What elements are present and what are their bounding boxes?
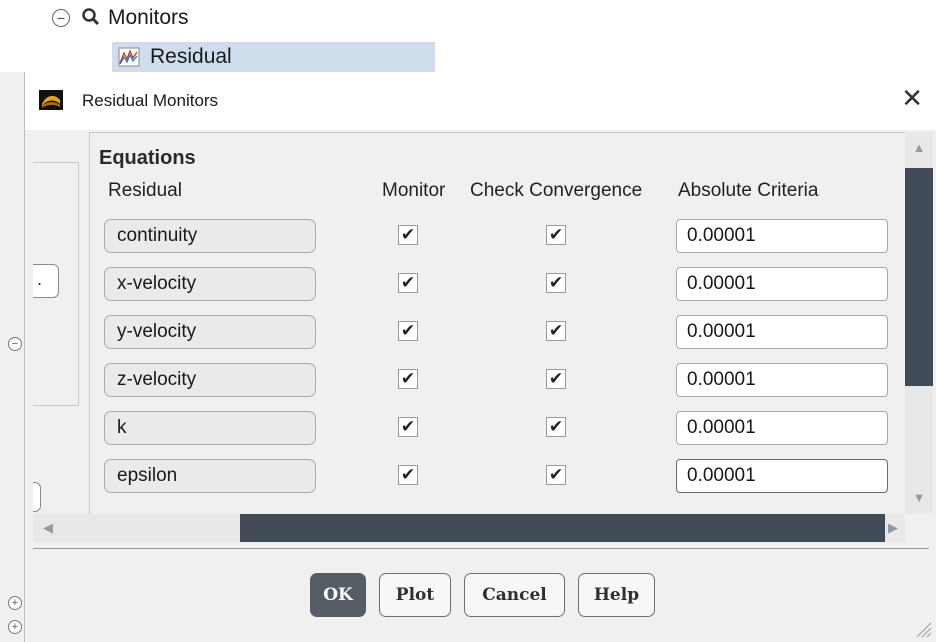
left-panel-button[interactable]: . [33,264,59,298]
equation-row: k ✔ ✔ 0.00001 [90,411,905,447]
absolute-criteria-input[interactable]: 0.00001 [676,363,888,397]
cancel-button[interactable]: Cancel [464,573,565,617]
absolute-criteria-input[interactable]: 0.00001 [676,459,888,493]
absolute-criteria-input[interactable]: 0.00001 [676,267,888,301]
check-convergence-checkbox[interactable]: ✔ [546,273,566,293]
residual-plot-icon [118,47,140,67]
equation-name: k [104,411,316,445]
scroll-right-icon[interactable]: ▶ [881,514,905,542]
scroll-down-icon[interactable]: ▼ [905,482,933,514]
column-header-monitor: Monitor [382,180,446,201]
resize-grip-icon[interactable] [914,620,932,638]
dialog-title: Residual Monitors [82,91,219,110]
horizontal-scrollbar[interactable]: ◀ ▶ [33,514,905,542]
equations-panel: Equations Residual Monitor Check Converg… [89,132,905,514]
tree-item-monitors[interactable]: − Monitors [52,6,189,30]
collapse-icon[interactable]: − [52,9,70,27]
monitor-checkbox[interactable]: ✔ [398,417,418,437]
check-convergence-checkbox[interactable]: ✔ [546,417,566,437]
absolute-criteria-input[interactable]: 0.00001 [676,315,888,349]
column-header-check-convergence: Check Convergence [470,180,643,201]
expand-icon[interactable]: + [8,596,22,610]
scrollbar-thumb[interactable] [240,514,885,542]
equation-row: z-velocity ✔ ✔ 0.00001 [90,363,905,399]
expand-icon[interactable]: + [8,620,22,634]
equation-row: continuity ✔ ✔ 0.00001 [90,219,905,255]
dialog-titlebar[interactable]: Residual Monitors ✕ [25,72,936,130]
absolute-criteria-input[interactable]: 0.00001 [676,219,888,253]
monitor-checkbox[interactable]: ✔ [398,369,418,389]
outline-tree: − Monitors Residual [0,0,936,75]
equation-name: epsilon [104,459,316,493]
check-convergence-checkbox[interactable]: ✔ [546,465,566,485]
collapse-icon[interactable]: − [8,337,22,351]
check-convergence-checkbox[interactable]: ✔ [546,369,566,389]
tree-item-label: Monitors [108,6,189,29]
residual-monitors-dialog: Residual Monitors ✕ . Equations Residual… [24,72,936,642]
column-header-residual: Residual [108,180,182,201]
magnifier-icon [82,8,100,26]
absolute-criteria-input[interactable]: 0.00001 [676,411,888,445]
check-convergence-checkbox[interactable]: ✔ [546,225,566,245]
equation-name: continuity [104,219,316,253]
monitor-checkbox[interactable]: ✔ [398,273,418,293]
tree-item-label: Residual [150,45,232,68]
equation-name: z-velocity [104,363,316,397]
equation-row: x-velocity ✔ ✔ 0.00001 [90,267,905,303]
close-icon[interactable]: ✕ [901,84,923,114]
vertical-scrollbar[interactable]: ▲ ▼ [905,132,933,514]
column-header-absolute-criteria: Absolute Criteria [678,180,819,201]
check-convergence-checkbox[interactable]: ✔ [546,321,566,341]
divider [33,548,929,549]
equation-row: epsilon ✔ ✔ 0.00001 [90,459,905,495]
monitor-checkbox[interactable]: ✔ [398,321,418,341]
plot-button[interactable]: Plot [379,573,451,617]
scroll-left-icon[interactable]: ◀ [33,514,63,542]
equation-row: y-velocity ✔ ✔ 0.00001 [90,315,905,351]
scrollbar-thumb[interactable] [905,168,933,386]
section-title: Equations [99,147,196,169]
monitor-checkbox[interactable]: ✔ [398,465,418,485]
monitor-checkbox[interactable]: ✔ [398,225,418,245]
tree-item-residual[interactable]: Residual [112,42,435,72]
equation-name: y-velocity [104,315,316,349]
left-panel-button[interactable] [33,482,41,512]
help-button[interactable]: Help [578,573,655,617]
ok-button[interactable]: OK [310,573,366,617]
equation-name: x-velocity [104,267,316,301]
scroll-up-icon[interactable]: ▲ [905,132,933,164]
fluent-app-icon [39,90,63,110]
scrollbar-corner [905,514,933,542]
